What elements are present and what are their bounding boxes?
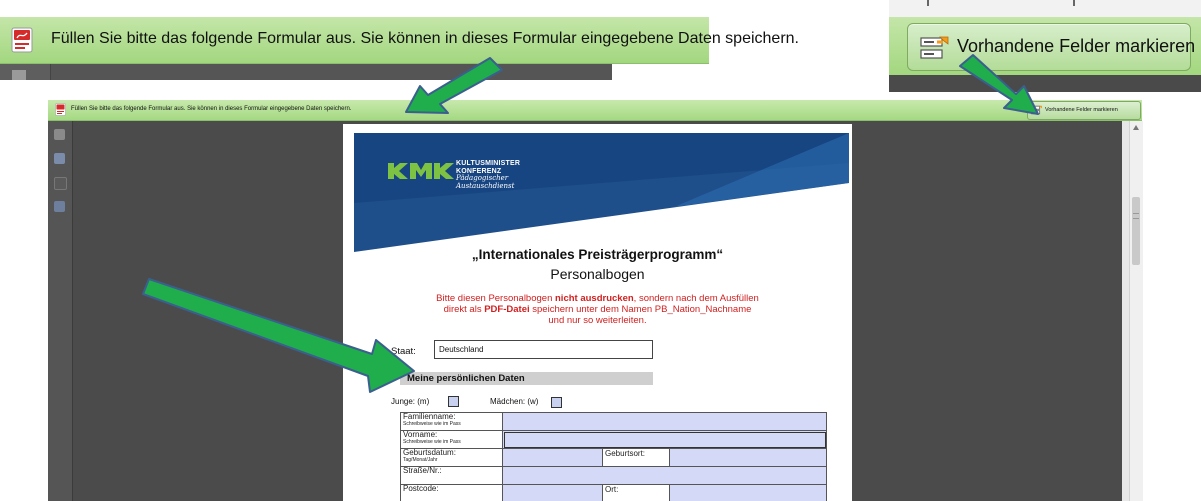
female-label: Mädchen: (w): [490, 397, 539, 406]
viewer-form-bar: Füllen Sie bitte das folgende Formular a…: [48, 100, 1142, 121]
scroll-up-icon[interactable]: [1133, 125, 1139, 130]
scroll-thumb[interactable]: [1132, 197, 1140, 265]
geburtsort-label: Geburtsort:: [602, 448, 670, 467]
strasse-field[interactable]: [502, 466, 827, 485]
geburtsdatum-field[interactable]: [502, 448, 603, 467]
ort-label: Ort:: [602, 484, 670, 501]
pdf-form-icon: [11, 27, 33, 53]
table-row: Familienname: Schreibweise wie im Pass: [400, 412, 827, 431]
staat-field[interactable]: Deutschland: [434, 340, 653, 359]
familienname-field[interactable]: [502, 412, 827, 431]
page-thumbnail-icon: [12, 70, 26, 80]
attachments-icon[interactable]: [54, 201, 65, 212]
postcode-field[interactable]: [502, 484, 603, 501]
viewer-form-message: Füllen Sie bitte das folgende Formular a…: [71, 106, 352, 112]
personal-data-section-header: Meine persönlichen Daten: [400, 372, 653, 385]
table-row: Postcode: Ort:: [400, 484, 827, 501]
bookmarks-icon[interactable]: [54, 153, 65, 164]
highlight-fields-icon: [920, 36, 949, 59]
document-title: „Internationales Preisträgerprogramm“: [471, 247, 724, 262]
geburtsort-field[interactable]: [669, 448, 827, 467]
vorname-field[interactable]: [502, 430, 827, 449]
pdf-form-icon-small: [55, 103, 66, 116]
table-row: Vorname: Schreibweise wie im Pass: [400, 430, 827, 449]
pdf-viewer-window: Füllen Sie bitte das folgende Formular a…: [48, 100, 1143, 501]
save-instructions: Bitte diesen Personalbogen nicht ausdruc…: [436, 293, 759, 326]
form-notice-bar-right: Vorhandene Felder markieren: [889, 17, 1201, 75]
highlight-fields-button[interactable]: Vorhandene Felder markieren: [907, 23, 1195, 71]
viewer-strip: [0, 64, 612, 80]
highlight-fields-icon-small: [1031, 105, 1042, 115]
pdf-page: KULTUSMINISTER KONFERENZ Pädagogischer A…: [343, 121, 852, 501]
form-notice-bar: Füllen Sie bitte das folgende Formular a…: [0, 17, 799, 64]
staat-value: Deutschland: [439, 345, 484, 354]
table-row: Geburtsdatum: Tag/Monat/Jahr Geburtsort:: [400, 448, 827, 467]
female-checkbox[interactable]: [551, 397, 562, 408]
personal-data-table: Familienname: Schreibweise wie im Pass Vo…: [400, 412, 827, 501]
viewer-highlight-fields-button[interactable]: Vorhandene Felder markieren: [1027, 101, 1141, 120]
ort-field[interactable]: [669, 484, 827, 501]
signatures-icon[interactable]: [54, 177, 67, 190]
vertical-scrollbar[interactable]: [1129, 121, 1143, 501]
kmk-logo-text: KULTUSMINISTER KONFERENZ Pädagogischer A…: [456, 160, 521, 190]
staat-label: Staat:: [391, 346, 416, 357]
document-subtitle: Personalbogen: [550, 266, 645, 282]
male-label: Junge: (m): [391, 397, 430, 406]
highlight-fields-label: Vorhandene Felder markieren: [957, 36, 1196, 56]
form-notice-message: Füllen Sie bitte das folgende Formular a…: [51, 30, 799, 47]
kmk-header-graphic: [354, 133, 849, 252]
zoomed-banner-crop: Füllen Sie bitte das folgende Formular a…: [0, 0, 799, 80]
viewer-highlight-fields-label: Vorhandene Felder markieren: [1045, 107, 1118, 113]
zoomed-button-crop: Vorhandene Felder markieren: [889, 0, 1201, 92]
male-checkbox[interactable]: [448, 396, 459, 407]
navigation-pane: [48, 121, 73, 501]
pages-icon[interactable]: [54, 129, 65, 140]
table-row: Straße/Nr.:: [400, 466, 827, 485]
